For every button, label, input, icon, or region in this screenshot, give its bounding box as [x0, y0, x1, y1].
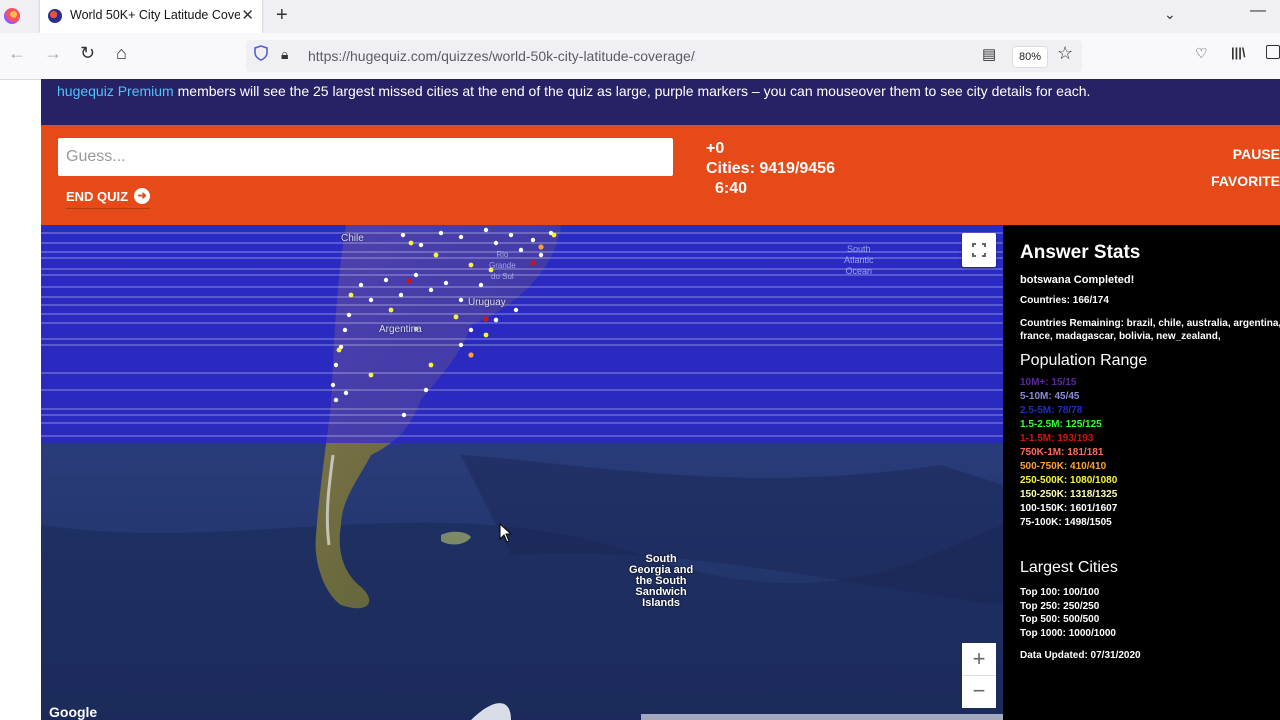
back-icon[interactable]: ←	[8, 43, 26, 64]
largest-cities-item: Top 1000: 1000/1000	[1020, 627, 1116, 639]
browser-tab[interactable]: World 50K+ City Latitude Cover ✕	[40, 0, 262, 33]
population-range-item: 5-10M: 45/45	[1020, 391, 1080, 402]
largest-cities-item: Top 500: 500/500	[1020, 614, 1100, 625]
population-range-item: 750K-1M: 181/181	[1020, 447, 1104, 458]
premium-text: members will see the 25 largest missed c…	[173, 83, 1091, 99]
map-canvas	[41, 225, 1003, 720]
map-label-south-atlantic: South Atlantic Ocean	[844, 244, 874, 276]
fullscreen-button[interactable]	[962, 233, 996, 267]
zoom-out-button[interactable]: −	[962, 676, 996, 708]
map-label-uruguay: Uruguay	[468, 297, 506, 308]
cities-count: Cities: 9419/9456	[706, 160, 835, 177]
countries-count: Countries: 166/174	[1020, 295, 1109, 306]
guess-input[interactable]	[58, 138, 673, 176]
new-tab-icon[interactable]: +	[276, 4, 288, 27]
map-attribution[interactable]	[641, 714, 1003, 720]
close-tab-icon[interactable]: ✕	[241, 6, 254, 24]
map-label-rio-grande: Rio Grande do Sul	[489, 250, 516, 281]
site-favicon-icon	[48, 9, 62, 23]
lock-icon: 🔒︎	[281, 46, 289, 62]
fullscreen-icon	[972, 243, 986, 257]
population-range-item: 100-150K: 1601/1607	[1020, 503, 1118, 514]
google-logo: Google	[49, 704, 98, 720]
timer: 6:40	[715, 180, 748, 197]
population-range-item: 250-500K: 1080/1080	[1020, 475, 1118, 486]
population-range-item: 1-1.5M: 193/193	[1020, 433, 1094, 444]
population-range-item: 10M+: 15/15	[1020, 377, 1077, 388]
answer-stats-title: Answer Stats	[1020, 242, 1141, 263]
answer-stats-panel: Answer Stats botswana Completed! Countri…	[1003, 225, 1280, 720]
map-label-chile: Chile	[341, 233, 364, 244]
mouse-cursor-icon	[499, 523, 513, 543]
reload-icon[interactable]: ↻	[80, 43, 95, 64]
end-quiz-label: END QUIZ	[66, 188, 129, 204]
navigation-bar: ← → ↻ ⌂ 🔒︎ https://hugequiz.com/quizzes/…	[0, 33, 1280, 80]
premium-link[interactable]: hugequiz Premium	[57, 83, 174, 99]
population-range-item: 75-100K: 1498/1505	[1020, 517, 1112, 528]
pause-button[interactable]: PAUSE	[1233, 146, 1280, 162]
tab-bar: World 50K+ City Latitude Cover ✕ + ⌄ —	[0, 0, 1280, 33]
tab-title: World 50K+ City Latitude Cover	[70, 8, 240, 22]
population-range-item: 500-750K: 410/410	[1020, 461, 1107, 472]
score-delta: +0	[706, 140, 725, 157]
data-updated: Data Updated: 07/31/2020	[1020, 650, 1141, 661]
favorite-button[interactable]: FAVORITE	[1211, 173, 1280, 189]
minimize-icon[interactable]: —	[1250, 2, 1266, 20]
score-block: +0 Cities: 9419/9456 6:40	[706, 139, 835, 199]
population-range-title: Population Range	[1020, 352, 1148, 369]
map-label-argentina: Argentina	[379, 324, 422, 335]
quiz-controls: END QUIZ ➜ +0 Cities: 9419/9456 6:40 PAU…	[41, 125, 1280, 225]
home-icon[interactable]: ⌂	[116, 43, 127, 64]
map-label-south-georgia: South Georgia and the South Sandwich Isl…	[629, 553, 694, 609]
arrow-right-icon: ➜	[134, 188, 151, 204]
premium-banner: hugequiz Premium members will see the 25…	[41, 79, 1280, 125]
pocket-icon[interactable]: ♡	[1195, 45, 1208, 62]
page-content: hugequiz Premium members will see the 25…	[41, 79, 1280, 720]
population-range-item: 150-250K: 1318/1325	[1020, 489, 1118, 500]
library-icon[interactable]: |||\	[1231, 45, 1246, 60]
shield-icon	[254, 45, 268, 61]
address-bar[interactable]: 🔒︎ https://hugequiz.com/quizzes/world-50…	[246, 40, 1082, 72]
forward-icon[interactable]: →	[44, 43, 62, 64]
sidebar-icon[interactable]	[1266, 45, 1280, 59]
end-quiz-button[interactable]: END QUIZ ➜	[66, 188, 151, 209]
reader-view-icon[interactable]: ▤	[982, 45, 996, 63]
map[interactable]: Chile Uruguay Argentina Rio Grande do Su…	[41, 225, 1003, 720]
firefox-icon[interactable]	[4, 8, 20, 24]
countries-remaining-line1: Countries Remaining: brazil, chile, aust…	[1020, 318, 1280, 329]
premium-message: hugequiz Premium members will see the 25…	[57, 83, 1090, 99]
largest-cities-item: Top 100: 100/100	[1020, 587, 1100, 598]
largest-cities-title: Largest Cities	[1020, 559, 1118, 576]
url-text: https://hugequiz.com/quizzes/world-50k-c…	[308, 48, 695, 64]
completed-message: botswana Completed!	[1020, 274, 1135, 286]
chevron-down-icon[interactable]: ⌄	[1164, 6, 1176, 23]
countries-remaining-line2: france, madagascar, bolivia, new_zealand…	[1020, 331, 1221, 342]
bookmark-star-icon[interactable]: ☆	[1057, 43, 1073, 64]
largest-cities-item: Top 250: 250/250	[1020, 600, 1100, 612]
population-range-item: 1.5-2.5M: 125/125	[1020, 419, 1102, 430]
population-range-item: 2.5-5M: 78/78	[1020, 405, 1083, 416]
zoom-in-button[interactable]: +	[962, 643, 996, 676]
zoom-level[interactable]: 80%	[1012, 46, 1048, 68]
